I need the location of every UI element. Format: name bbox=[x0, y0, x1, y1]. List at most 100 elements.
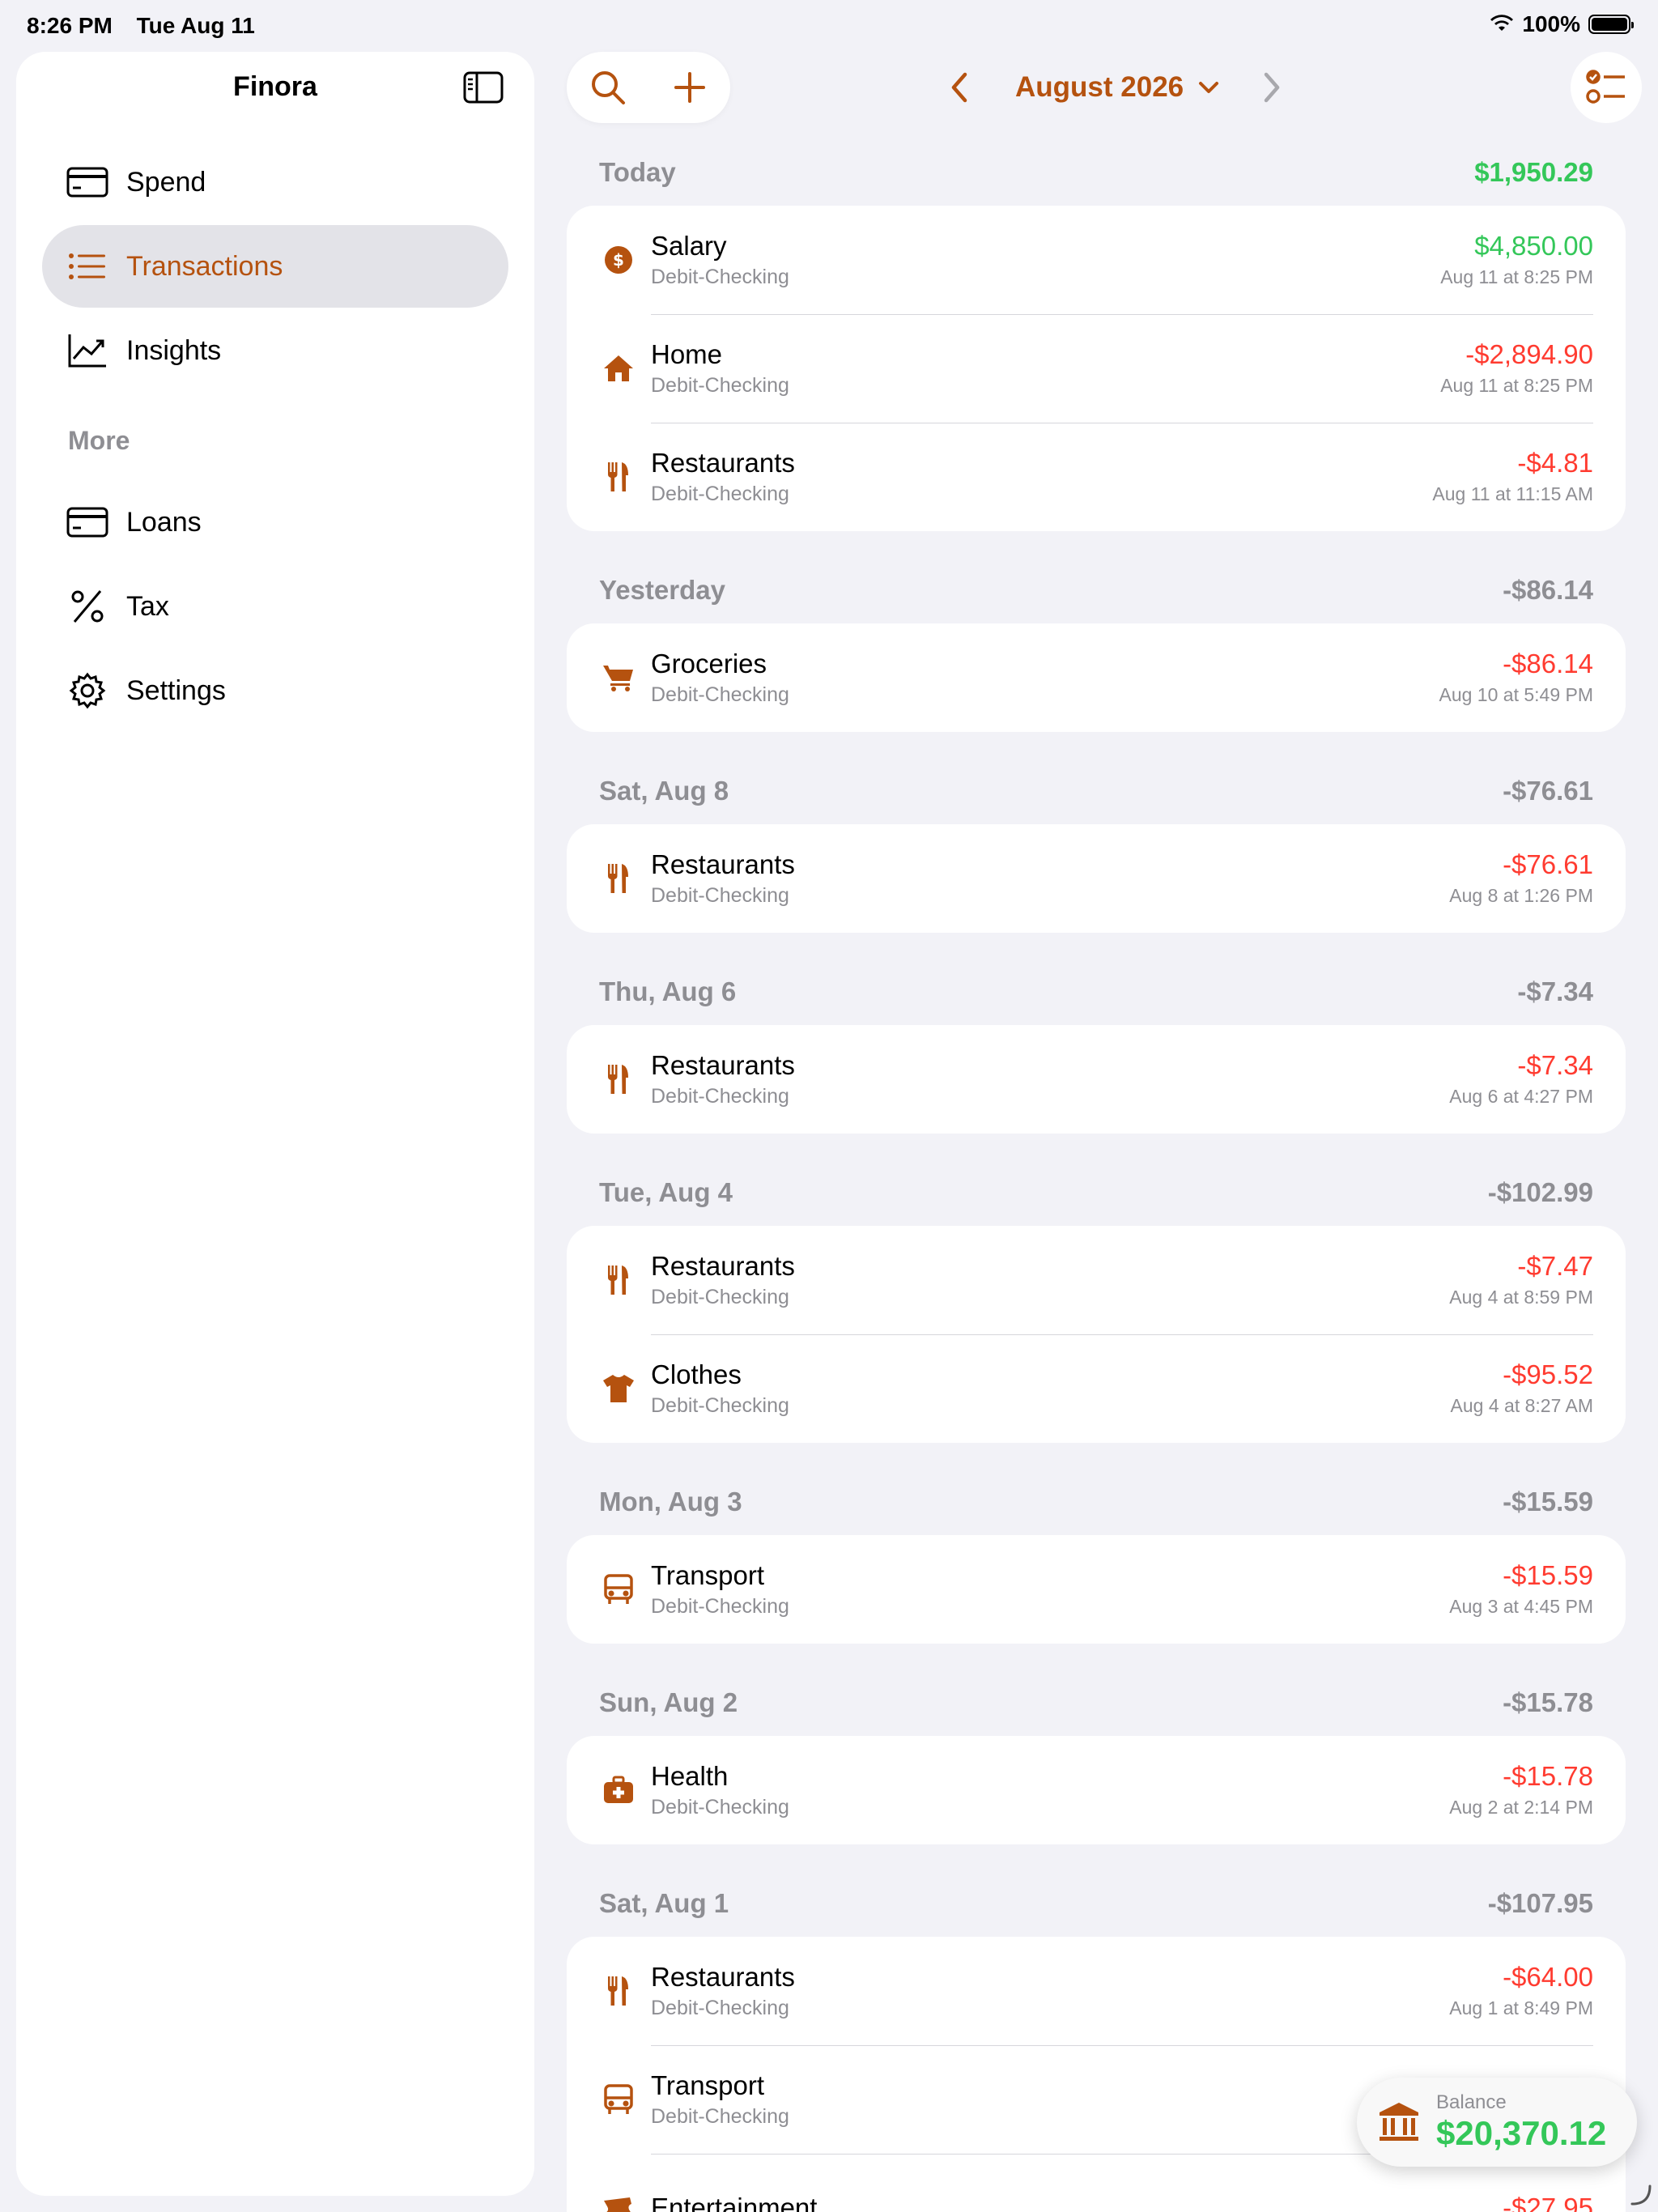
transaction-row[interactable]: Restaurants Debit-Checking -$76.61 Aug 8 a… bbox=[567, 824, 1626, 933]
section-header: Yesterday -$86.14 bbox=[567, 564, 1626, 617]
section-title: Thu, Aug 6 bbox=[599, 976, 737, 1006]
transaction-amount: -$76.61 bbox=[1503, 849, 1593, 879]
toolbar-actions bbox=[567, 52, 730, 123]
sidebar-item-label: Tax bbox=[126, 590, 169, 622]
previous-month-button[interactable] bbox=[939, 63, 980, 112]
transaction-row[interactable]: Restaurants Debit-Checking -$4.81 Aug 11 a… bbox=[567, 423, 1626, 531]
transaction-category: Transport bbox=[651, 1560, 764, 1590]
chevron-down-icon bbox=[1199, 82, 1219, 93]
transaction-row[interactable]: $ Salary Debit-Checking $4,850.00 Aug 11 a… bbox=[567, 206, 1626, 314]
sidebar-toggle-button[interactable] bbox=[463, 71, 504, 104]
transactions-card: Health Debit-Checking -$15.78 Aug 2 at 2:1… bbox=[567, 1736, 1626, 1844]
transaction-category: Entertainment bbox=[651, 2193, 818, 2212]
transaction-category: Health bbox=[651, 1761, 729, 1791]
wifi-icon bbox=[1490, 15, 1514, 31]
chevron-left-icon bbox=[951, 72, 967, 103]
section-total: -$76.61 bbox=[1503, 776, 1593, 806]
section-total: -$102.99 bbox=[1487, 1177, 1593, 1207]
transaction-account: Debit-Checking bbox=[651, 1085, 789, 1108]
sidebar-item-label: Spend bbox=[126, 166, 206, 198]
transaction-category: Groceries bbox=[651, 649, 767, 678]
app-title: Finora bbox=[233, 71, 317, 102]
section-title: Sat, Aug 1 bbox=[599, 1888, 729, 1918]
transaction-category: Restaurants bbox=[651, 1050, 795, 1080]
status-date: Tue Aug 11 bbox=[136, 13, 255, 38]
more-section-label: More bbox=[68, 426, 130, 455]
transaction-row[interactable]: Restaurants Debit-Checking -$64.00 Aug 1 a… bbox=[567, 1937, 1626, 2045]
section-header: Tue, Aug 4 -$102.99 bbox=[567, 1166, 1626, 1219]
house-icon bbox=[601, 351, 636, 386]
sidebar-item-insights[interactable]: Insights bbox=[42, 309, 508, 392]
bank-icon bbox=[1380, 2103, 1418, 2141]
transaction-row[interactable]: Groceries Debit-Checking -$86.14 Aug 10 at… bbox=[567, 623, 1626, 732]
dollar-coin-icon: $ bbox=[601, 242, 636, 278]
transaction-row[interactable]: Transport Debit-Checking -$15.59 Aug 3 at … bbox=[567, 1535, 1626, 1644]
transaction-account: Debit-Checking bbox=[651, 266, 789, 288]
checklist-icon bbox=[1586, 70, 1625, 104]
section-title: Mon, Aug 3 bbox=[599, 1487, 742, 1516]
sidebar-item-tax[interactable]: Tax bbox=[42, 565, 508, 648]
scroll-corner-icon bbox=[1630, 2184, 1652, 2206]
fork-knife-icon bbox=[601, 861, 636, 896]
transaction-amount: -$7.34 bbox=[1517, 1050, 1593, 1080]
battery-icon bbox=[1588, 15, 1634, 34]
transaction-account: Debit-Checking bbox=[651, 1394, 789, 1417]
add-button[interactable] bbox=[665, 63, 714, 112]
balance-pill[interactable]: Balance $20,370.12 bbox=[1357, 2078, 1637, 2167]
transactions-list: Today $1,950.29 $ Salary Debit-Checking $… bbox=[567, 146, 1626, 2212]
status-bar: 8:26 PM Tue Aug 11 100% bbox=[0, 0, 1658, 52]
section-title: Sun, Aug 2 bbox=[599, 1687, 738, 1717]
section-total: -$15.59 bbox=[1503, 1487, 1593, 1516]
transaction-category: Restaurants bbox=[651, 448, 795, 478]
percent-icon bbox=[66, 585, 108, 627]
transaction-date: Aug 11 at 8:25 PM bbox=[1440, 375, 1593, 396]
sidebar-item-transactions[interactable]: Transactions bbox=[42, 225, 508, 308]
section-total: -$107.95 bbox=[1487, 1888, 1593, 1918]
section-header: Mon, Aug 3 -$15.59 bbox=[567, 1475, 1626, 1529]
gear-icon bbox=[66, 670, 108, 712]
transaction-date: Aug 2 at 2:14 PM bbox=[1449, 1797, 1593, 1818]
transaction-date: Aug 3 at 4:45 PM bbox=[1449, 1596, 1593, 1617]
tshirt-icon bbox=[601, 1371, 636, 1406]
fork-knife-icon bbox=[601, 1973, 636, 2009]
transaction-amount: -$15.78 bbox=[1503, 1761, 1593, 1791]
sidebar-item-spend[interactable]: Spend bbox=[42, 141, 508, 223]
transaction-amount: -$4.81 bbox=[1517, 448, 1593, 478]
transaction-category: Restaurants bbox=[651, 1962, 795, 1992]
transaction-row[interactable]: Health Debit-Checking -$15.78 Aug 2 at 2:1… bbox=[567, 1736, 1626, 1844]
transaction-category: Clothes bbox=[651, 1359, 742, 1389]
section-header: Sat, Aug 8 -$76.61 bbox=[567, 764, 1626, 818]
transaction-row[interactable]: Restaurants Debit-Checking -$7.34 Aug 6 at… bbox=[567, 1025, 1626, 1134]
transaction-date: Aug 11 at 11:15 AM bbox=[1432, 483, 1593, 504]
fork-knife-icon bbox=[601, 1061, 636, 1097]
plus-icon bbox=[674, 72, 705, 103]
medical-kit-icon bbox=[601, 1772, 636, 1808]
chevron-right-icon bbox=[1264, 72, 1280, 103]
transaction-date: Aug 1 at 8:49 PM bbox=[1449, 1997, 1593, 2018]
month-selector[interactable]: August 2026 bbox=[1015, 71, 1184, 104]
transaction-row[interactable]: Clothes Debit-Checking -$95.52 Aug 4 at 8:… bbox=[567, 1334, 1626, 1443]
transactions-card: Transport Debit-Checking -$15.59 Aug 3 at … bbox=[567, 1535, 1626, 1644]
transaction-category: Salary bbox=[651, 231, 727, 261]
transaction-row[interactable]: Restaurants Debit-Checking -$7.47 Aug 4 at… bbox=[567, 1226, 1626, 1334]
section-header: Sat, Aug 1 -$107.95 bbox=[567, 1877, 1626, 1930]
bus-icon bbox=[601, 1572, 636, 1607]
filter-button[interactable] bbox=[1571, 52, 1642, 123]
transaction-account: Debit-Checking bbox=[651, 683, 789, 706]
search-button[interactable] bbox=[584, 63, 632, 112]
transaction-account: Debit-Checking bbox=[651, 483, 789, 505]
bus-icon bbox=[601, 2082, 636, 2117]
transaction-row[interactable]: Home Debit-Checking -$2,894.90 Aug 11 at 8… bbox=[567, 314, 1626, 423]
sidebar: Finora Spend Transactions Insights More … bbox=[16, 52, 534, 2196]
transaction-amount: -$7.47 bbox=[1517, 1251, 1593, 1281]
section-total: -$15.78 bbox=[1503, 1687, 1593, 1717]
transaction-date: Aug 6 at 4:27 PM bbox=[1449, 1086, 1593, 1107]
sidebar-item-loans[interactable]: Loans bbox=[42, 481, 508, 564]
section-title: Yesterday bbox=[599, 575, 725, 605]
transaction-account: Debit-Checking bbox=[651, 1997, 789, 2019]
next-month-button[interactable] bbox=[1252, 63, 1292, 112]
transaction-date: Aug 11 at 8:25 PM bbox=[1440, 266, 1593, 287]
card-icon bbox=[66, 501, 108, 543]
sidebar-item-settings[interactable]: Settings bbox=[42, 649, 508, 732]
transaction-category: Home bbox=[651, 339, 723, 369]
